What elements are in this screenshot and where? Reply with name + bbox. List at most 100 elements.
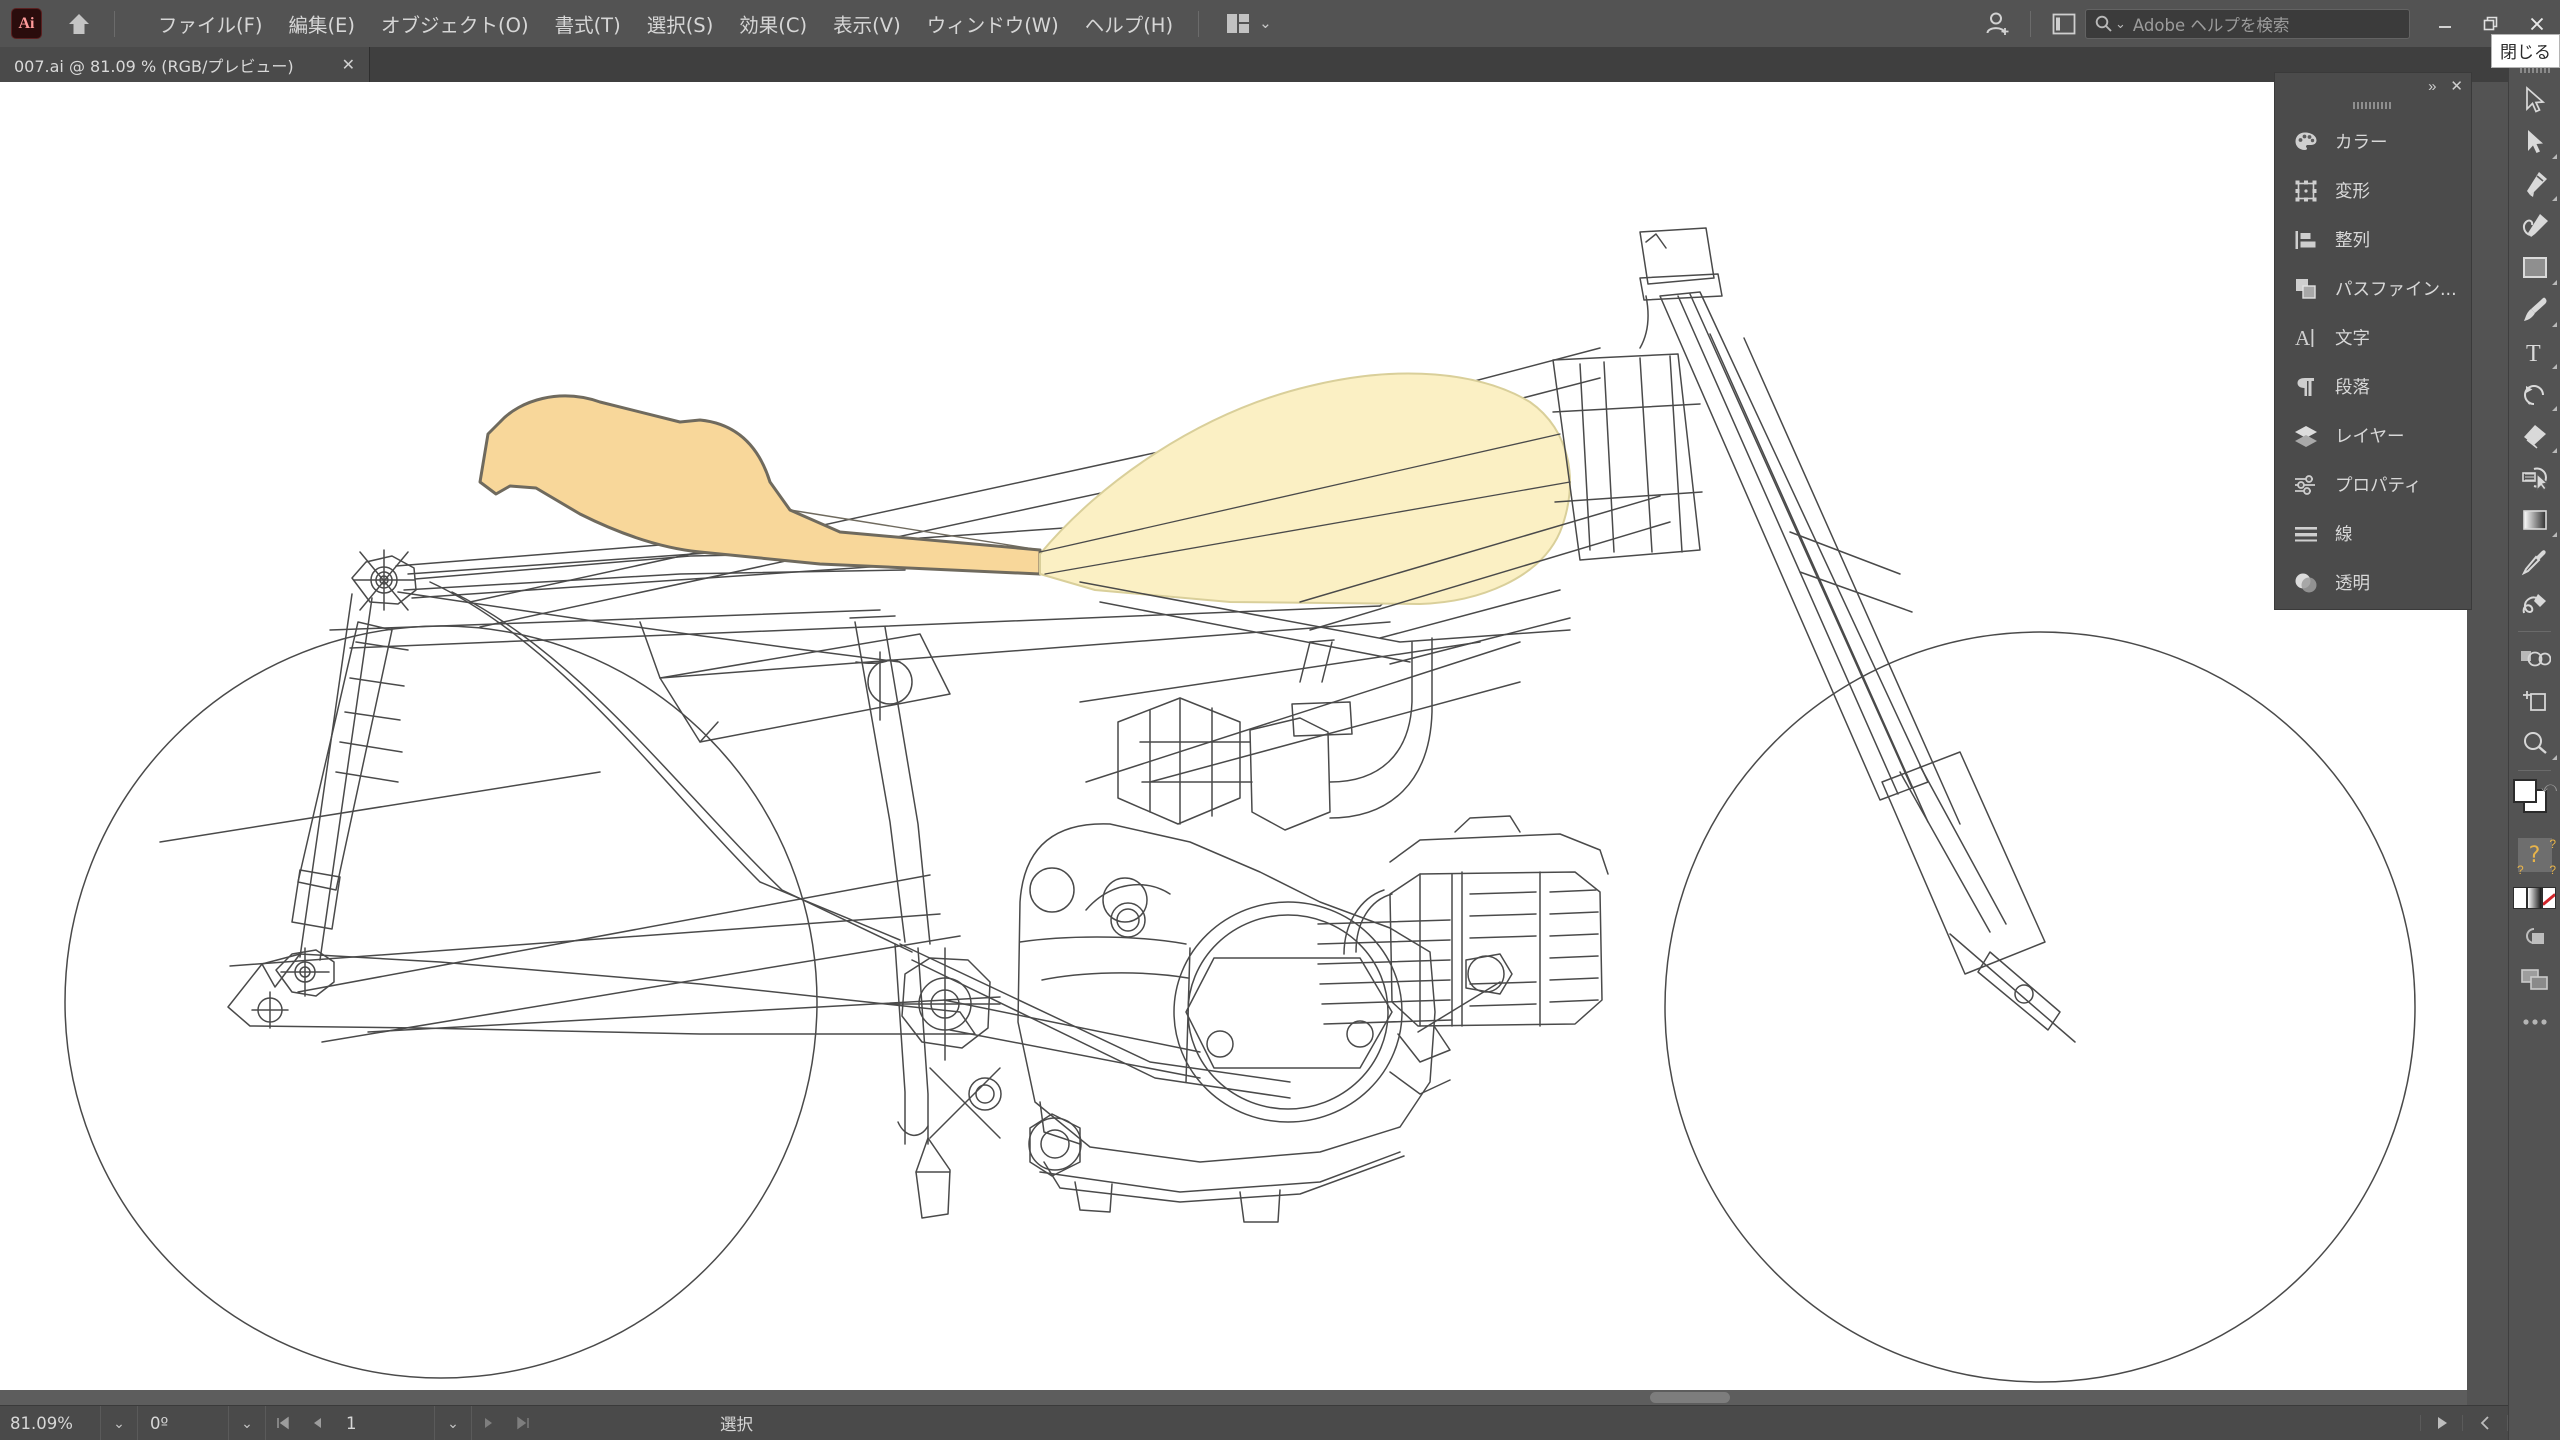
- tool-flyout-indicator: [2552, 406, 2557, 411]
- gradient-tool-icon[interactable]: [2509, 499, 2560, 541]
- tool-flyout-indicator: [2552, 448, 2557, 453]
- rotation-dropdown-icon[interactable]: ⌄: [228, 1405, 266, 1440]
- shaper-tool-icon[interactable]: [2509, 457, 2560, 499]
- horizontal-scrollbar-thumb[interactable]: [1650, 1392, 1730, 1403]
- menu-window[interactable]: ウィンドウ(W): [914, 3, 1072, 44]
- menu-edit[interactable]: 編集(E): [275, 3, 368, 44]
- panel-item-paragraph[interactable]: 段落: [2275, 362, 2471, 411]
- last-page-icon[interactable]: [506, 1415, 540, 1431]
- svg-text:T: T: [2526, 341, 2541, 365]
- zoom-tool-icon[interactable]: [2509, 722, 2560, 764]
- blend-tool-icon[interactable]: [2509, 583, 2560, 625]
- panel-item-align[interactable]: 整列: [2275, 215, 2471, 264]
- document-tab-close-icon[interactable]: ✕: [342, 55, 355, 75]
- panel-item-label: 段落: [2335, 378, 2370, 398]
- page-dropdown-icon[interactable]: ⌄: [434, 1405, 472, 1440]
- fill-stroke-swatches[interactable]: ⤺: [2509, 777, 2560, 827]
- pen-tool-icon[interactable]: [2509, 163, 2560, 205]
- canvas-horizontal-scrollbar[interactable]: [0, 1390, 2467, 1405]
- panel-item-label: レイヤー: [2335, 427, 2405, 447]
- panel-item-label: 整列: [2335, 231, 2370, 251]
- paintbrush-tool-icon[interactable]: [2509, 289, 2560, 331]
- panel-item-color[interactable]: カラー: [2275, 117, 2471, 166]
- panel-dock-grip[interactable]: [2275, 99, 2471, 115]
- search-placeholder: Adobe ヘルプを検索: [2132, 15, 2290, 35]
- menu-help[interactable]: ヘルプ(H): [1072, 3, 1186, 44]
- screen-mode-icon[interactable]: [2509, 959, 2560, 1001]
- document-tab-bar: 007.ai @ 81.09 % (RGB/プレビュー) ✕: [0, 47, 2560, 82]
- none-mode-swatch[interactable]: [2541, 887, 2556, 909]
- play-icon[interactable]: [2420, 1415, 2462, 1431]
- transform-icon: [2293, 178, 2319, 204]
- tool-flyout-indicator: [2552, 280, 2557, 285]
- tool-flyout-indicator: [2552, 755, 2557, 760]
- toolbar-divider: [2518, 631, 2551, 632]
- menu-effect[interactable]: 効果(C): [726, 3, 820, 44]
- panel-item-transparency[interactable]: 透明: [2275, 558, 2471, 607]
- panel-item-character[interactable]: A 文字: [2275, 313, 2471, 362]
- zoom-level-value[interactable]: 81.09%: [0, 1406, 100, 1440]
- workspace-switcher-icon: [1227, 14, 1250, 33]
- transparency-icon: [2293, 570, 2319, 596]
- minimize-button[interactable]: [2422, 0, 2468, 47]
- panel-dock-header: » ✕: [2275, 73, 2471, 99]
- solid-color-mode-swatch[interactable]: [2513, 887, 2528, 909]
- user-add-icon[interactable]: [1978, 10, 2018, 38]
- type-tool-icon[interactable]: T: [2509, 331, 2560, 373]
- next-page-icon[interactable]: [472, 1415, 506, 1431]
- panel-toggle-icon[interactable]: [2043, 13, 2085, 35]
- page-number-value[interactable]: 1: [334, 1406, 434, 1440]
- gradient-mode-swatch[interactable]: [2527, 887, 2542, 909]
- menubar-right-group: ⌄ Adobe ヘルプを検索: [1978, 0, 2560, 47]
- swap-fill-stroke-icon[interactable]: ⤺: [2541, 779, 2557, 796]
- eyedropper-tool-icon[interactable]: [2509, 541, 2560, 583]
- collapse-left-icon[interactable]: [2462, 1415, 2508, 1431]
- direct-selection-tool-icon[interactable]: [2509, 121, 2560, 163]
- panel-item-label: カラー: [2335, 133, 2388, 153]
- draw-mode-icon[interactable]: [2509, 917, 2560, 959]
- properties-icon: [2293, 472, 2319, 498]
- curvature-tool-icon[interactable]: [2509, 205, 2560, 247]
- workspace-switcher[interactable]: ⌄: [1227, 14, 1272, 33]
- rotate-tool-icon[interactable]: [2509, 373, 2560, 415]
- selection-tool-icon[interactable]: [2509, 79, 2560, 121]
- rectangle-tool-icon[interactable]: [2509, 247, 2560, 289]
- panel-dock-expand-icon[interactable]: »: [2428, 78, 2436, 95]
- panel-item-properties[interactable]: プロパティ: [2275, 460, 2471, 509]
- panel-item-label: パスファイン...: [2335, 280, 2457, 300]
- panel-item-stroke[interactable]: 線: [2275, 509, 2471, 558]
- document-tab[interactable]: 007.ai @ 81.09 % (RGB/プレビュー) ✕: [0, 47, 370, 82]
- prev-page-icon[interactable]: [300, 1415, 334, 1431]
- eraser-tool-icon[interactable]: [2509, 415, 2560, 457]
- panel-item-pathfinder[interactable]: パスファイン...: [2275, 264, 2471, 313]
- tool-status-text[interactable]: 選択: [720, 1406, 753, 1440]
- menu-file[interactable]: ファイル(F): [145, 3, 275, 44]
- search-input[interactable]: ⌄ Adobe ヘルプを検索: [2085, 8, 2410, 39]
- rotation-value[interactable]: 0º: [138, 1406, 228, 1440]
- menu-items: ファイル(F) 編集(E) オブジェクト(O) 書式(T) 選択(S) 効果(C…: [145, 3, 1186, 44]
- symbol-sprayer-tool-icon[interactable]: [2509, 638, 2560, 680]
- zoom-dropdown-icon[interactable]: ⌄: [100, 1405, 138, 1440]
- fill-mode-swatches: [2513, 887, 2556, 909]
- artboard-tool-icon[interactable]: [2509, 680, 2560, 722]
- edit-toolbar-ellipsis-icon[interactable]: [2509, 1001, 2560, 1043]
- menu-select[interactable]: 選択(S): [634, 3, 727, 44]
- panel-dock-close-icon[interactable]: ✕: [2450, 77, 2463, 95]
- tool-flyout-indicator: [2552, 532, 2557, 537]
- menubar-divider: [114, 10, 115, 37]
- document-tab-title: 007.ai @ 81.09 % (RGB/プレビュー): [14, 56, 294, 76]
- panel-item-transform[interactable]: 変形: [2275, 166, 2471, 215]
- panel-item-layers[interactable]: レイヤー: [2275, 411, 2471, 460]
- home-icon[interactable]: [56, 0, 102, 47]
- artboard-canvas[interactable]: [0, 82, 2467, 1417]
- first-page-icon[interactable]: [266, 1415, 300, 1431]
- fill-swatch[interactable]: [2513, 779, 2537, 803]
- tool-flyout-indicator: [2552, 364, 2557, 369]
- tools-panel: «: [2508, 40, 2560, 1440]
- menu-view[interactable]: 表示(V): [820, 3, 914, 44]
- panel-item-label: 文字: [2335, 329, 2370, 349]
- app-logo-icon: Ai: [11, 8, 42, 39]
- character-icon: A: [2293, 325, 2319, 351]
- menu-type[interactable]: 書式(T): [542, 3, 634, 44]
- menu-object[interactable]: オブジェクト(O): [368, 3, 542, 44]
